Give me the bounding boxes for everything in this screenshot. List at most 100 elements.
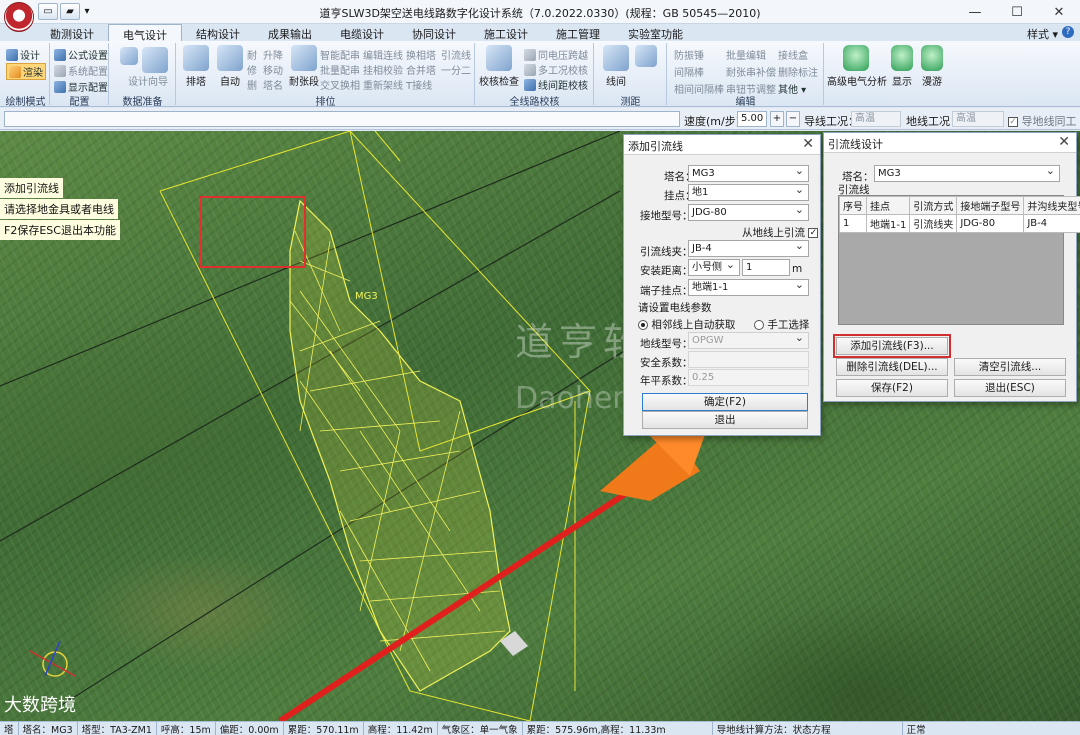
tower-name-select[interactable]: MG3 xyxy=(688,164,809,182)
status-bar: 塔 塔名：MG3 塔型：TA3-ZM1 呼高：15m 偏距：0.00m 累距：5… xyxy=(0,721,1080,735)
tab-collab[interactable]: 协同设计 xyxy=(398,24,470,41)
from-ground-wire-label: 从地线上引流 xyxy=(742,227,805,239)
hang-point-select[interactable]: 地1 xyxy=(688,183,809,201)
merge-tower-button[interactable]: 合并塔 xyxy=(406,62,436,77)
multi-condition-check-button[interactable]: 多工况校核 xyxy=(524,62,588,77)
cross-phase-button[interactable]: 交叉换相 xyxy=(320,77,360,92)
confirm-button[interactable]: 确定(F2) xyxy=(642,393,808,411)
roam-button[interactable]: 漫游 xyxy=(910,73,954,88)
design-tower-select[interactable]: MG3 xyxy=(874,164,1060,182)
phase-check-button[interactable]: 挂相校验 xyxy=(363,62,403,77)
col-index[interactable]: 序号 xyxy=(839,196,867,215)
speed-increase-button[interactable]: + xyxy=(770,111,784,127)
annual-factor-input[interactable]: 0.25 xyxy=(688,369,809,386)
manual-select-radio[interactable]: 手工选择 xyxy=(754,317,809,332)
string-compensation-button[interactable]: 耐张串补偿 xyxy=(726,64,776,79)
crossing-icon xyxy=(524,48,536,61)
col-jumper-method[interactable]: 引流方式 xyxy=(909,196,958,215)
style-menu[interactable]: 样式 ▾ xyxy=(1027,26,1058,42)
auto-acquire-radio[interactable]: 相邻线上自动获取 xyxy=(638,317,735,332)
terminal-point-select[interactable]: 地端1-1 xyxy=(688,278,809,296)
tab-cable[interactable]: 电缆设计 xyxy=(326,24,398,41)
wire-type-select[interactable]: OPGW xyxy=(688,331,809,349)
minimize-button[interactable]: — xyxy=(954,0,996,24)
jumper-clamp-select[interactable]: JB-4 xyxy=(688,239,809,257)
tab-survey[interactable]: 勘测设计 xyxy=(36,24,108,41)
line-gap-button[interactable]: 线间 xyxy=(594,73,638,88)
command-input[interactable] xyxy=(4,111,680,127)
maximize-button[interactable]: ☐ xyxy=(996,0,1038,24)
col-hang-point[interactable]: 挂点 xyxy=(865,196,911,215)
conductor-condition-select[interactable]: 高温 xyxy=(851,111,901,127)
exit-button[interactable]: 退出 xyxy=(642,411,808,429)
design-wizard-button[interactable]: 设计向导 xyxy=(128,73,168,88)
tab-electrical[interactable]: 电气设计 xyxy=(108,24,182,42)
jumper-button[interactable]: 引流线 xyxy=(441,47,471,62)
speed-decrease-button[interactable]: − xyxy=(786,111,800,127)
design-mode-button[interactable]: 设计 xyxy=(6,47,40,62)
measure-icon[interactable] xyxy=(635,45,657,67)
app-logo-icon[interactable] xyxy=(4,2,34,32)
speed-input[interactable]: 5.00 xyxy=(737,111,767,127)
col-terminal-model[interactable]: 接地端子型号 xyxy=(956,196,1025,215)
raise-lower-button[interactable]: 升降 xyxy=(263,47,283,62)
auto-place-button[interactable]: 自动 xyxy=(208,73,252,88)
spacer-button[interactable]: 间隔棒 xyxy=(674,64,704,79)
tab-structure[interactable]: 结构设计 xyxy=(182,24,254,41)
modify-button[interactable]: 修 xyxy=(247,62,257,77)
add-jumper-button[interactable]: 添加引流线(F3)... xyxy=(833,334,951,358)
radio-unselected-icon xyxy=(754,320,764,330)
tab-output[interactable]: 成果输出 xyxy=(254,24,326,41)
delete-annotation-button[interactable]: 删除标注 xyxy=(778,64,818,79)
damper-button[interactable]: 防振锤 xyxy=(674,47,704,62)
tension-button[interactable]: 耐 xyxy=(247,47,257,62)
save-button[interactable]: 保存(F2) xyxy=(836,379,948,397)
exit-esc-button[interactable]: 退出(ESC) xyxy=(954,379,1066,397)
check-inspect-button[interactable]: 校核检查 xyxy=(477,73,521,88)
advanced-analysis-button[interactable]: 高级电气分析 xyxy=(827,73,887,88)
window-title: 道亨SLW3D架空送电线路数字化设计系统（7.0.2022.0330）(规程：G… xyxy=(319,7,761,20)
batch-edit-button[interactable]: 批量编辑 xyxy=(726,47,766,62)
install-distance-input[interactable]: 1 xyxy=(742,259,790,276)
status-tower-type: 塔型：TA3-ZM1 xyxy=(78,721,157,735)
t-connection-button[interactable]: T接线 xyxy=(406,77,432,92)
junction-box-button[interactable]: 接线盒 xyxy=(778,47,808,62)
batch-string-button[interactable]: 批量配串 xyxy=(320,62,360,77)
table-row[interactable]: 1 地端1-1 引流线夹 JDG-80 JB-4 xyxy=(839,214,1080,233)
close-button[interactable]: ✕ xyxy=(1038,0,1080,24)
delete-jumper-button[interactable]: 删除引流线(DEL)... xyxy=(836,358,948,376)
close-icon[interactable]: ✕ xyxy=(802,136,814,152)
safety-factor-input[interactable] xyxy=(688,351,809,368)
ground-condition-select[interactable]: 高温 xyxy=(952,111,1004,127)
tab-lab[interactable]: 实验室功能 xyxy=(614,24,697,41)
tab-construction[interactable]: 施工设计 xyxy=(470,24,542,41)
auto-place-icon xyxy=(217,45,243,71)
display-config-button[interactable]: 显示配置 xyxy=(54,79,108,94)
render-mode-button[interactable]: 渲染 xyxy=(6,63,46,80)
clear-jumper-button[interactable]: 清空引流线... xyxy=(954,358,1066,376)
design-wizard-icon[interactable] xyxy=(142,47,168,73)
status-cumulative-distance: 累距：570.11m xyxy=(284,721,364,735)
delete-button[interactable]: 删 xyxy=(247,77,257,92)
group-config: 公式设置 系统配置 显示配置 配置 xyxy=(51,43,109,108)
col-clamp-model[interactable]: 并沟线夹型号 xyxy=(1023,196,1080,215)
smart-string-button[interactable]: 智能配串 xyxy=(320,47,360,62)
formula-settings-button[interactable]: 公式设置 xyxy=(54,47,108,62)
transposition-tower-button[interactable]: 换相塔 xyxy=(406,47,436,62)
edit-connection-button[interactable]: 编辑连线 xyxy=(363,47,403,62)
close-icon[interactable]: ✕ xyxy=(1058,134,1070,150)
multi-check-icon xyxy=(524,63,536,76)
help-icon[interactable]: ? xyxy=(1062,26,1074,38)
move-button[interactable]: 移动 xyxy=(263,62,283,77)
install-side-select[interactable]: 小号侧 xyxy=(688,258,740,276)
same-voltage-crossing-button[interactable]: 同电压跨越 xyxy=(524,47,588,62)
system-config-button[interactable]: 系统配置 xyxy=(54,63,108,78)
restring-button[interactable]: 重新架线 xyxy=(363,77,403,92)
tower-name-button[interactable]: 塔名 xyxy=(263,77,283,92)
from-ground-wire-checkbox[interactable]: 从地线上引流 ✓ xyxy=(742,225,819,240)
split-button[interactable]: 一分二 xyxy=(441,62,471,77)
tab-construction-mgmt[interactable]: 施工管理 xyxy=(542,24,614,41)
ground-terminal-select[interactable]: JDG-80 xyxy=(688,203,809,221)
line-spacing-check-button[interactable]: 线间距校核 xyxy=(524,77,588,92)
ribbon-panel: 设计 渲染 绘制模式 公式设置 系统配置 显示配置 配置 设计向导 数据准备 排… xyxy=(0,41,1080,108)
